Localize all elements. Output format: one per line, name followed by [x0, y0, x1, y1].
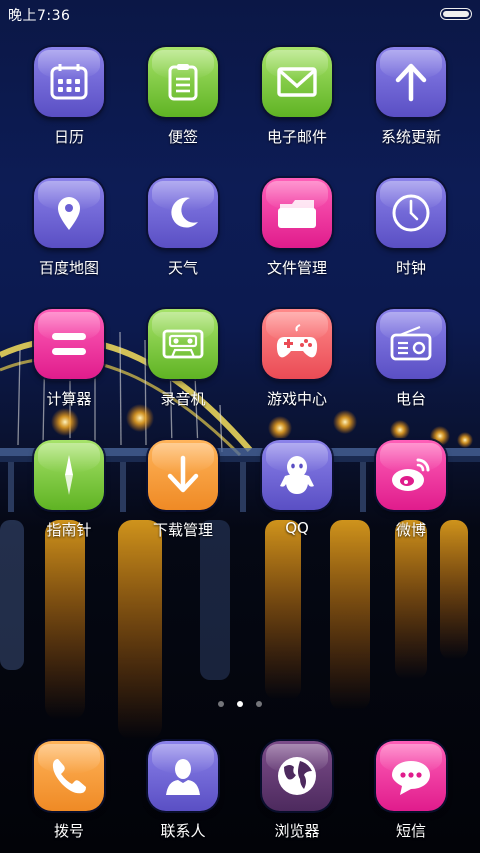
app-baidu-map[interactable]: 百度地图 [12, 178, 126, 284]
app-label: 电子邮件 [266, 128, 327, 146]
app-calculator[interactable]: 计算器 [12, 309, 126, 415]
arrow-up-icon [376, 47, 446, 117]
status-bar: 晚上7:36 [0, 0, 480, 26]
page-dot[interactable] [218, 701, 224, 707]
app-recorder[interactable]: 录音机 [126, 309, 240, 415]
equals-icon [34, 309, 104, 379]
app-label: 时钟 [395, 259, 426, 277]
map-pin-icon [34, 178, 104, 248]
page-dot-active[interactable] [237, 701, 243, 707]
status-time: 晚上7:36 [8, 8, 71, 24]
app-weibo[interactable]: 微博 [354, 440, 468, 546]
app-grid: 日历 便签 电子邮件 系统更新 百度地图 天气 文件管理 时钟 计算器 录音机 … [12, 47, 468, 546]
phone-icon [34, 741, 104, 811]
app-label: 计算器 [46, 390, 92, 408]
calendar-icon [34, 47, 104, 117]
app-messages[interactable]: 短信 [354, 741, 468, 847]
app-file-manager[interactable]: 文件管理 [240, 178, 354, 284]
app-radio[interactable]: 电台 [354, 309, 468, 415]
compass-icon [34, 440, 104, 510]
app-label: 录音机 [160, 390, 206, 408]
app-label: 指南针 [46, 521, 92, 539]
app-label: QQ [285, 519, 309, 537]
page-indicator [0, 701, 480, 707]
download-arrow-icon [148, 440, 218, 510]
penguin-icon [262, 440, 332, 510]
app-label: 联系人 [160, 822, 206, 840]
app-weather[interactable]: 天气 [126, 178, 240, 284]
app-label: 系统更新 [380, 128, 441, 146]
envelope-icon [262, 47, 332, 117]
app-email[interactable]: 电子邮件 [240, 47, 354, 153]
app-label: 百度地图 [38, 259, 99, 277]
app-label: 便签 [167, 128, 198, 146]
moon-icon [148, 178, 218, 248]
app-label: 天气 [167, 259, 198, 277]
page-dot[interactable] [256, 701, 262, 707]
chat-bubble-icon [376, 741, 446, 811]
app-dialer[interactable]: 拨号 [12, 741, 126, 847]
app-contacts[interactable]: 联系人 [126, 741, 240, 847]
clipboard-icon [148, 47, 218, 117]
app-label: 浏览器 [274, 822, 320, 840]
app-notes[interactable]: 便签 [126, 47, 240, 153]
radio-icon [376, 309, 446, 379]
app-label: 文件管理 [266, 259, 327, 277]
cassette-icon [148, 309, 218, 379]
app-clock[interactable]: 时钟 [354, 178, 468, 284]
app-system-update[interactable]: 系统更新 [354, 47, 468, 153]
app-label: 微博 [395, 521, 426, 539]
app-label: 下载管理 [152, 521, 213, 539]
app-download-manager[interactable]: 下载管理 [126, 440, 240, 546]
dock: 拨号 联系人 浏览器 短信 [12, 741, 468, 847]
app-label: 日历 [53, 128, 84, 146]
app-qq[interactable]: QQ [240, 440, 354, 546]
person-icon [148, 741, 218, 811]
app-browser[interactable]: 浏览器 [240, 741, 354, 847]
weibo-icon [376, 440, 446, 510]
app-compass[interactable]: 指南针 [12, 440, 126, 546]
clock-icon [376, 178, 446, 248]
app-game-center[interactable]: 游戏中心 [240, 309, 354, 415]
app-label: 游戏中心 [266, 390, 327, 408]
app-label: 短信 [395, 822, 426, 840]
app-label: 电台 [395, 390, 426, 408]
battery-icon [440, 8, 472, 20]
app-label: 拨号 [53, 822, 84, 840]
folder-icon [262, 178, 332, 248]
app-calendar[interactable]: 日历 [12, 47, 126, 153]
globe-icon [262, 741, 332, 811]
gamepad-icon [262, 309, 332, 379]
